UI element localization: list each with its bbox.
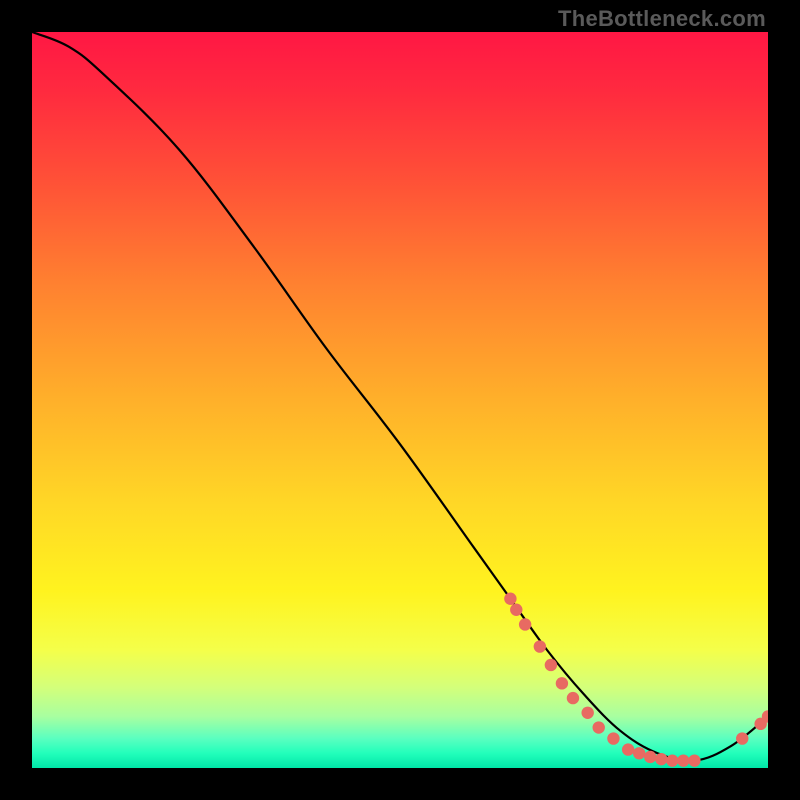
data-point-icon [504, 593, 516, 605]
data-point-icon [607, 732, 619, 744]
data-point-icon [534, 640, 546, 652]
data-point-icon [622, 743, 634, 755]
attribution-label: TheBottleneck.com [558, 6, 766, 32]
bottleneck-curve [32, 32, 768, 761]
chart-plot-area [32, 32, 768, 768]
data-point-icon [666, 754, 678, 766]
data-point-icon [655, 753, 667, 765]
data-point-icon [581, 707, 593, 719]
data-point-icon [633, 747, 645, 759]
data-point-icon [677, 754, 689, 766]
data-point-icon [545, 659, 557, 671]
data-point-icon [593, 721, 605, 733]
data-point-icon [510, 604, 522, 616]
chart-svg [32, 32, 768, 768]
data-point-icon [519, 618, 531, 630]
chart-frame: TheBottleneck.com [0, 0, 800, 800]
data-point-icon [567, 692, 579, 704]
marker-group [504, 593, 768, 767]
data-point-icon [688, 754, 700, 766]
data-point-icon [644, 751, 656, 763]
data-point-icon [556, 677, 568, 689]
data-point-icon [736, 732, 748, 744]
